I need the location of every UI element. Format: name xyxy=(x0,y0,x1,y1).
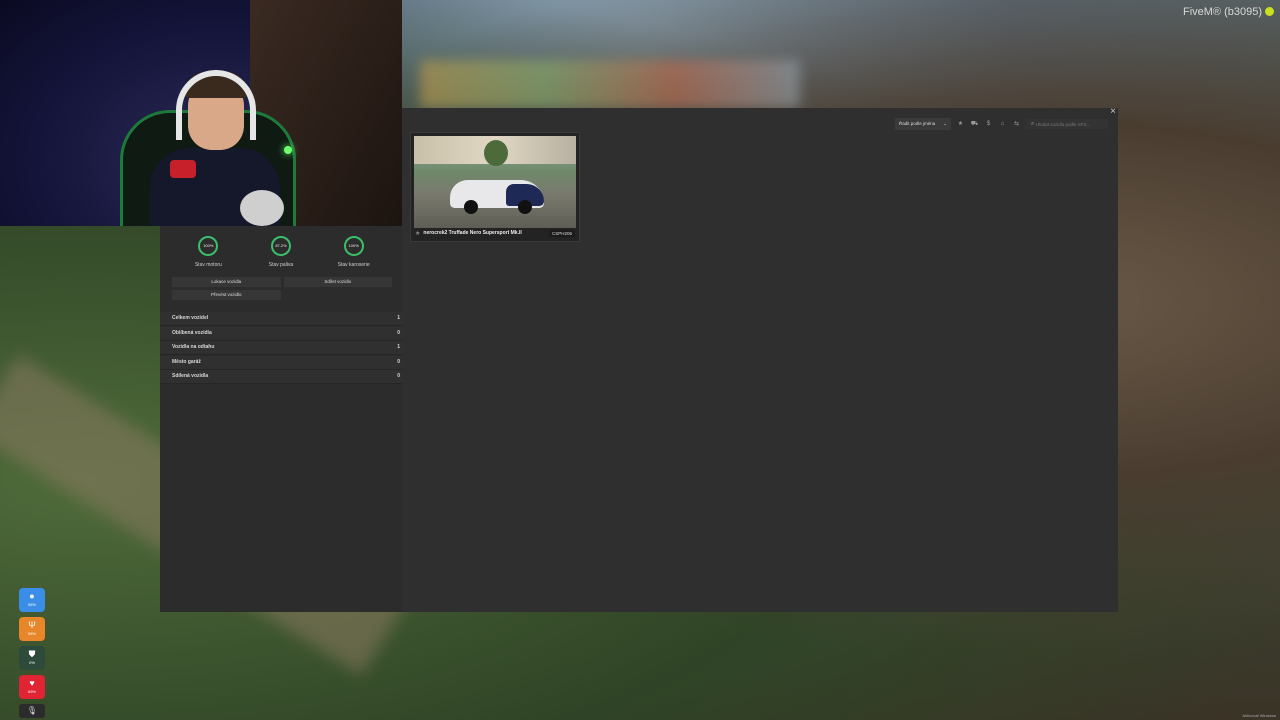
stat-total-vehicles: Celkem vozidel 1 xyxy=(160,312,402,326)
vehicle-gauges: 100% Stav motoru 87.2% Stav paliva 100% … xyxy=(160,226,402,269)
fivem-status-icon xyxy=(1265,7,1274,16)
search-icon: ⌕ xyxy=(1030,120,1035,127)
dollar-icon[interactable]: $ xyxy=(984,120,993,129)
heart-icon: ♥ xyxy=(29,678,35,688)
vehicle-name: nerocrek2 Truffade Nero Supersport Mk.II xyxy=(423,230,522,236)
engine-gauge-label: Stav motoru xyxy=(194,262,222,268)
car-icon[interactable]: ⛟ xyxy=(970,120,979,129)
water-drop-icon: ● xyxy=(29,591,35,601)
garage-window: × Řadit podle jména ⌄ ★ ⛟ $ ⌂ ⇆ ⌕ ★ nero… xyxy=(402,106,1118,612)
stat-value: 0 xyxy=(397,358,400,365)
vehicle-plate: CSPH206 xyxy=(548,229,575,237)
health-indicator: ♥ 69% xyxy=(19,675,45,699)
vehicle-image-tree xyxy=(484,140,508,166)
engine-gauge: 100% Stav motoru xyxy=(178,236,238,269)
favorite-star-icon[interactable]: ★ xyxy=(415,230,420,237)
food-icon: Ψ xyxy=(28,620,36,630)
webcam-shirt-logo xyxy=(170,160,196,178)
windows-activation-watermark: Aktivovat Windows xyxy=(1242,713,1276,718)
vehicle-image-wheel xyxy=(464,200,478,214)
stat-label: Vozidla na odtahu xyxy=(172,344,215,350)
stat-value: 0 xyxy=(397,373,400,379)
vehicle-stats: Celkem vozidel 1 Oblíbená vozidla 0 Vozi… xyxy=(160,300,402,384)
body-gauge: 100% Stav karoserie xyxy=(324,236,384,269)
fivem-build-label: FiveM® (b3095) xyxy=(1182,6,1262,18)
thirst-value: 96% xyxy=(27,602,36,607)
stat-label: Město garáž xyxy=(172,358,201,365)
engine-gauge-ring: 100% xyxy=(198,236,219,256)
webcam-microphone xyxy=(240,190,284,226)
microphone-icon: 🎙 xyxy=(19,704,45,718)
streamer-webcam xyxy=(0,0,402,226)
transfer-vehicle-button[interactable]: Převést vozidlo xyxy=(172,290,281,300)
body-gauge-ring: 100% xyxy=(343,236,364,256)
sort-dropdown[interactable]: Řadit podle jména ⌄ xyxy=(895,118,951,130)
search-input[interactable] xyxy=(1036,121,1100,127)
garage-icon[interactable]: ⌂ xyxy=(998,120,1007,129)
star-icon[interactable]: ★ xyxy=(956,120,965,129)
health-value: 69% xyxy=(27,689,36,694)
player-hud: ● 96% Ψ 96% ⛊ 0% ♥ 69% 🎙 xyxy=(19,588,45,718)
fuel-gauge: 87.2% Stav paliva xyxy=(251,236,311,269)
locate-vehicle-button[interactable]: Lokace vozidla xyxy=(172,277,281,287)
armor-indicator: ⛊ 0% xyxy=(19,646,45,670)
fuel-gauge-ring: 87.2% xyxy=(270,236,291,256)
close-icon[interactable]: × xyxy=(1110,106,1116,117)
background-billboard xyxy=(420,60,800,108)
thirst-indicator: ● 96% xyxy=(19,588,45,612)
stat-label: Sdílená vozidla xyxy=(172,373,209,379)
tow-icon[interactable]: ⇆ xyxy=(1012,120,1021,129)
stat-value: 1 xyxy=(397,315,400,321)
headset-icon xyxy=(176,70,256,140)
stat-label: Oblíbená vozidla xyxy=(172,329,212,336)
stat-value: 0 xyxy=(397,329,400,336)
stat-favorite-vehicles: Oblíbená vozidla 0 xyxy=(160,326,402,341)
armor-icon: ⛊ xyxy=(28,649,36,659)
armor-value: 0% xyxy=(29,660,35,665)
vehicle-actions: Lokace vozidla Sdílet vozidlo Převést vo… xyxy=(160,269,402,300)
stat-city-garage: Město garáž 0 xyxy=(160,355,402,370)
hunger-value: 96% xyxy=(27,631,36,636)
vehicle-status-panel: 100% Stav motoru 87.2% Stav paliva 100% … xyxy=(160,226,402,612)
stat-shared-vehicles: Sdílená vozidla 0 xyxy=(160,370,402,384)
body-gauge-label: Stav karoserie xyxy=(337,262,370,268)
fuel-gauge-label: Stav paliva xyxy=(268,262,294,268)
share-vehicle-button[interactable]: Sdílet vozidlo xyxy=(283,277,392,287)
sort-label: Řadit podle jména xyxy=(899,121,936,126)
vehicle-card[interactable]: ★ nerocrek2 Truffade Nero Supersport Mk.… xyxy=(410,132,580,242)
stat-towed-vehicles: Vozidla na odtahu 1 xyxy=(160,341,402,355)
chevron-down-icon: ⌄ xyxy=(943,121,947,126)
garage-toolbar: Řadit podle jména ⌄ ★ ⛟ $ ⌂ ⇆ ⌕ xyxy=(895,118,1108,130)
vehicle-card-footer: ★ nerocrek2 Truffade Nero Supersport Mk.… xyxy=(415,228,575,238)
search-box: ⌕ xyxy=(1026,119,1108,129)
hunger-indicator: Ψ 96% xyxy=(19,617,45,641)
stat-label: Celkem vozidel xyxy=(172,315,209,321)
vehicle-image-wheel xyxy=(518,200,532,214)
vehicle-image xyxy=(414,136,576,228)
stat-value: 1 xyxy=(397,344,400,350)
webcam-led-light xyxy=(284,146,292,154)
